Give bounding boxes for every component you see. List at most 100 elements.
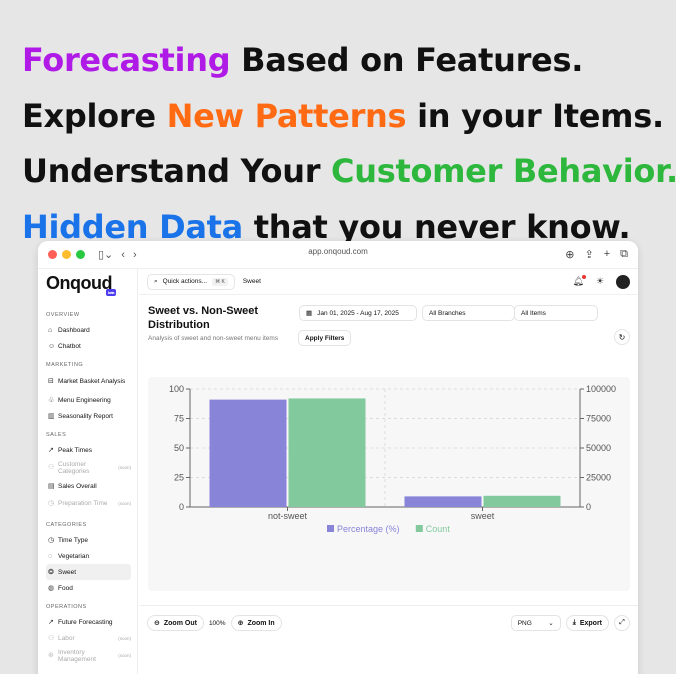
url-bar[interactable]: app.onqoud.com: [308, 247, 368, 256]
download-icon: ⤓: [572, 619, 576, 626]
format-select[interactable]: PNG ⌄: [510, 615, 561, 631]
section-overview: OVERVIEW: [46, 312, 80, 318]
y-tick-label-right: 25000: [586, 473, 611, 483]
app-logo[interactable]: Onqoud beta: [46, 273, 116, 296]
notification-bell-icon[interactable]: 🔔︎: [572, 275, 586, 287]
headline-forecasting: Forecasting Based on Features.: [22, 41, 584, 79]
users-icon: ⚇: [48, 463, 55, 471]
sidebar-item-inventory: ⊛ Inventory Management (soon): [48, 648, 131, 663]
sidebar-item-labor: ⚇ Labor (soon): [48, 634, 131, 643]
chart-container: 0 25 50 75 100 0 25000 50000 75000 100000 not-swee…: [148, 377, 630, 591]
legend-swatch: [415, 525, 423, 532]
sidebar: Onqoud beta OVERVIEW ⌂ Dashboard ☺ Chatbot …: [38, 269, 138, 674]
date-range-picker[interactable]: ▦ Jan 01, 2025 - Aug 17, 2025: [299, 305, 417, 321]
browser-window: ▯⌄ ‹ › app.onqoud.com ⊕ ⇪ + ⧉ Onqoud beta…: [38, 241, 638, 674]
sidebar-item-dashboard[interactable]: ⌂ Dashboard: [46, 322, 131, 338]
sidebar-item-seasonality[interactable]: ▥ Seasonality Report: [46, 408, 131, 424]
back-icon[interactable]: ‹: [121, 249, 125, 261]
sidebar-item-preparation-time: ◷ Preparation Time (soon): [48, 499, 131, 508]
legend-label: Percentage (%): [337, 524, 400, 534]
sidebar-item-sales-overall[interactable]: ▤ Sales Overall: [46, 478, 131, 494]
minimize-dot[interactable]: [62, 250, 71, 259]
legend-label: Count: [426, 524, 451, 534]
y-tick-label-left: 100: [169, 384, 184, 394]
sidebar-item-vegetarian[interactable]: ◌ Vegetarian: [46, 548, 131, 564]
apply-filters-button[interactable]: Apply Filters: [298, 330, 352, 346]
users-icon: ⚇: [48, 635, 55, 642]
zoom-level: 100%: [208, 619, 226, 627]
items-select[interactable]: All Items: [514, 305, 598, 321]
clock-icon: ◷: [48, 537, 55, 544]
y-tick-label-right: 50000: [586, 443, 611, 453]
basket-icon: ⊟: [48, 377, 54, 385]
bar-sweet-count: [483, 495, 561, 507]
sidebar-item-peak-times[interactable]: ↗ Peak Times: [46, 442, 131, 458]
page-header: Sweet vs. Non-Sweet Distribution Analysi…: [139, 295, 638, 367]
new-tab-icon[interactable]: +: [604, 248, 610, 261]
section-marketing: MARKETING: [46, 362, 84, 368]
close-dot[interactable]: [48, 250, 57, 259]
topbar: ⌕ Quick actions... ⌘ K Sweet 🔔︎ ☀: [139, 269, 638, 295]
zoom-in-button[interactable]: ⊕ Zoom In: [230, 615, 282, 631]
candy-icon: ❂: [48, 569, 54, 576]
bar-chart: 0 25 50 75 100 0 25000 50000 75000 100000 not-swee…: [169, 384, 616, 534]
chef-icon: ♧: [48, 397, 55, 404]
expand-icon[interactable]: ⤢: [614, 615, 630, 631]
headline-patterns: Explore New Patterns in your Items.: [22, 97, 664, 135]
sidebar-toggle-icon[interactable]: ▯⌄: [98, 248, 113, 261]
x-tick-label: not-sweet: [268, 511, 308, 521]
page-subtitle: Analysis of sweet and non-sweet menu ite…: [148, 334, 279, 342]
share-icon[interactable]: ⇪: [584, 248, 593, 261]
zoom-dot[interactable]: [76, 250, 85, 259]
refresh-icon[interactable]: ↻: [614, 329, 630, 345]
bar-not-sweet-count: [288, 398, 366, 507]
chart-toolbar: ⊖ Zoom Out 100% ⊕ Zoom In PNG ⌄ ⤓ Export ⤢: [139, 605, 638, 640]
main-content: ⌕ Quick actions... ⌘ K Sweet 🔔︎ ☀ Sweet …: [139, 269, 638, 674]
sidebar-item-chatbot[interactable]: ☺ Chatbot: [46, 338, 131, 354]
export-button[interactable]: ⤓ Export: [565, 615, 609, 631]
trend-icon: ↗: [48, 619, 54, 626]
y-tick-label-left: 50: [174, 443, 184, 453]
sidebar-item-future-forecasting[interactable]: ↗ Future Forecasting: [46, 614, 131, 630]
avatar[interactable]: [616, 274, 630, 289]
x-tick-label: sweet: [471, 511, 495, 521]
home-icon: ⌂: [48, 326, 53, 334]
sidebar-item-market-basket[interactable]: ⊟ Market Basket Analysis: [46, 372, 131, 392]
y-tick-label-left: 25: [174, 473, 184, 483]
carrot-icon: ◌: [48, 552, 53, 560]
bar-not-sweet-percentage: [209, 399, 287, 507]
section-operations: OPERATIONS: [46, 604, 87, 610]
food-icon: ◍: [48, 585, 55, 592]
zoom-out-icon: ⊖: [154, 620, 160, 627]
tabs-icon[interactable]: ⧉: [620, 248, 628, 261]
chart-icon: ▥: [48, 413, 55, 420]
box-icon: ⊛: [48, 651, 54, 659]
sidebar-item-sweet[interactable]: ❂ Sweet: [46, 564, 131, 580]
y-tick-label-right: 100000: [586, 384, 616, 394]
branches-select[interactable]: All Branches: [422, 305, 515, 321]
clock-icon: ◷: [48, 499, 55, 507]
calendar-icon: ▦: [306, 310, 313, 317]
quick-actions-button[interactable]: ⌕ Quick actions... ⌘ K: [147, 273, 235, 290]
headline-hidden-data: Hidden Data that you never know.: [22, 208, 631, 246]
zoom-out-button[interactable]: ⊖ Zoom Out: [147, 615, 204, 631]
sun-icon[interactable]: ☀: [596, 276, 604, 287]
bot-icon: ☺: [48, 342, 56, 350]
y-tick-label-right: 75000: [586, 414, 611, 424]
breadcrumb: Sweet: [242, 278, 261, 285]
sidebar-item-food[interactable]: ◍ Food: [46, 580, 131, 596]
page-title: Sweet vs. Non-Sweet Distribution: [148, 305, 259, 331]
trend-icon: ↗: [48, 447, 54, 454]
bar-sweet-percentage: [404, 496, 482, 507]
section-sales: SALES: [46, 432, 67, 438]
y-tick-label-right: 0: [586, 502, 591, 512]
forward-icon[interactable]: ›: [133, 249, 137, 261]
sidebar-item-time-type[interactable]: ◷ Time Type: [46, 532, 131, 548]
receipt-icon: ▤: [48, 483, 55, 490]
zoom-in-icon: ⊕: [237, 620, 244, 627]
download-icon[interactable]: ⊕: [565, 248, 574, 261]
headline-customer: Understand Your Customer Behavior.: [22, 152, 676, 190]
sidebar-item-customer-categories: ⚇ Customer Categories (soon): [48, 460, 131, 475]
sidebar-item-menu-engineering[interactable]: ♧ Menu Engineering: [46, 392, 131, 408]
legend-swatch: [327, 525, 334, 532]
